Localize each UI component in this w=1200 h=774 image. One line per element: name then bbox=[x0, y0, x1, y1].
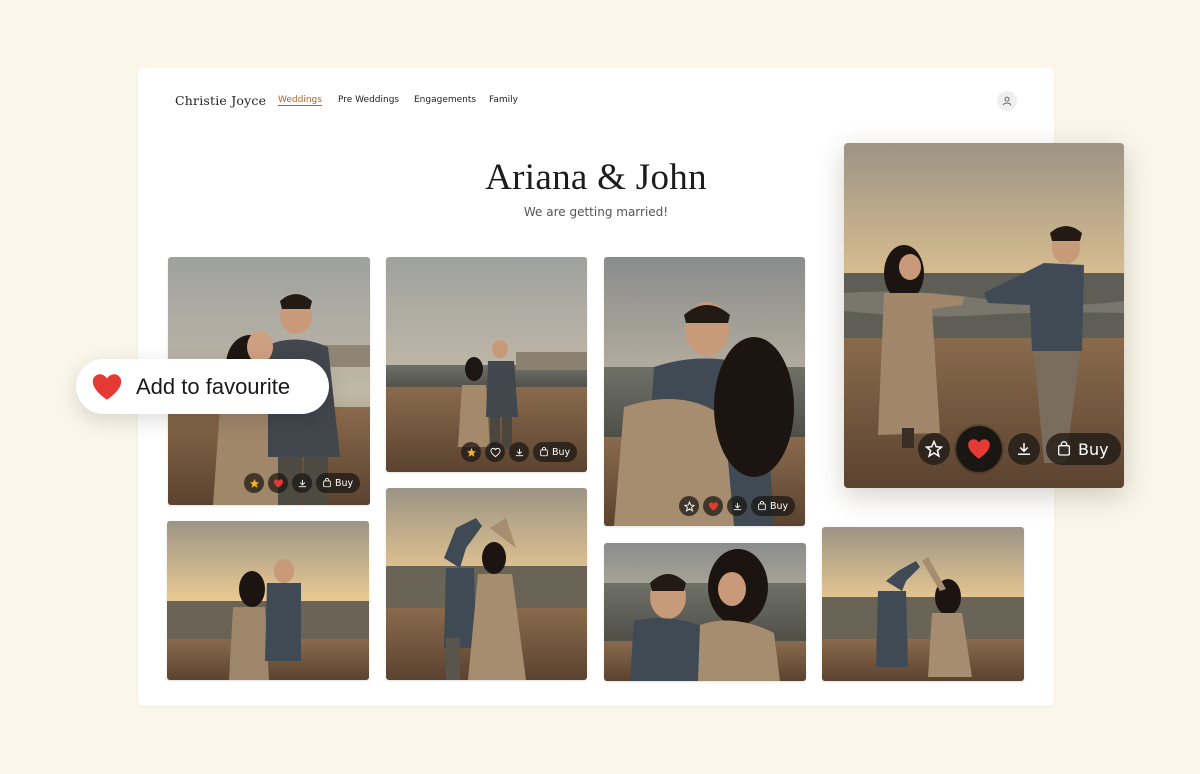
nav-family[interactable]: Family bbox=[489, 95, 518, 105]
photo-actions: Buy bbox=[679, 496, 796, 516]
photo-image bbox=[604, 543, 806, 681]
nav-engagements[interactable]: Engagements bbox=[414, 95, 476, 105]
buy-label: Buy bbox=[335, 477, 354, 489]
photo-image bbox=[386, 488, 587, 680]
download-button[interactable] bbox=[292, 473, 312, 493]
star-icon bbox=[249, 478, 259, 488]
gallery-photo[interactable]: Buy bbox=[386, 257, 587, 472]
gallery-photo[interactable] bbox=[822, 527, 1024, 681]
download-icon bbox=[298, 479, 306, 487]
download-icon bbox=[515, 448, 523, 456]
gallery-photo[interactable]: Buy bbox=[604, 257, 805, 526]
gallery-photo[interactable] bbox=[167, 521, 369, 680]
photo-image bbox=[167, 521, 369, 680]
brand-logo[interactable]: Christie Joyce bbox=[175, 93, 266, 108]
favourite-button[interactable] bbox=[703, 496, 723, 516]
nav-pre-weddings[interactable]: Pre Weddings bbox=[338, 95, 399, 105]
photo-image bbox=[604, 257, 805, 526]
gallery-photo[interactable] bbox=[604, 543, 806, 681]
star-outline-icon bbox=[683, 500, 695, 512]
photo-image bbox=[822, 527, 1024, 681]
photo-preview[interactable]: Buy bbox=[844, 143, 1124, 488]
shopping-bag-icon bbox=[540, 447, 548, 457]
buy-label: Buy bbox=[1078, 439, 1109, 459]
star-button[interactable] bbox=[244, 473, 264, 493]
download-button[interactable] bbox=[727, 496, 747, 516]
buy-button[interactable]: Buy bbox=[533, 442, 578, 462]
download-icon bbox=[733, 502, 741, 510]
star-button[interactable] bbox=[679, 496, 699, 516]
star-button[interactable] bbox=[461, 442, 481, 462]
buy-button[interactable]: Buy bbox=[1046, 433, 1121, 465]
heart-icon bbox=[273, 478, 283, 488]
buy-label: Buy bbox=[552, 446, 571, 458]
favourite-button[interactable] bbox=[956, 426, 1002, 472]
favourite-button[interactable] bbox=[485, 442, 505, 462]
nav-weddings[interactable]: Weddings bbox=[278, 95, 322, 105]
photo-actions: Buy bbox=[244, 473, 361, 493]
buy-label: Buy bbox=[770, 500, 789, 512]
heart-icon bbox=[92, 373, 122, 400]
toast-label: Add to favourite bbox=[136, 373, 291, 399]
gallery-photo[interactable] bbox=[386, 488, 587, 680]
profile-button[interactable] bbox=[997, 91, 1017, 111]
download-icon bbox=[1018, 443, 1030, 455]
shopping-bag-icon bbox=[323, 478, 331, 488]
photo-image bbox=[386, 257, 587, 472]
download-button[interactable] bbox=[509, 442, 529, 462]
shopping-bag-icon bbox=[1058, 441, 1070, 456]
star-button[interactable] bbox=[918, 433, 950, 465]
preview-actions: Buy bbox=[918, 426, 1121, 472]
star-outline-icon bbox=[925, 440, 943, 458]
buy-button[interactable]: Buy bbox=[316, 473, 361, 493]
user-icon bbox=[1002, 96, 1012, 106]
favourite-button[interactable] bbox=[268, 473, 288, 493]
add-to-favourite-toast[interactable]: Add to favourite bbox=[76, 359, 329, 414]
star-icon bbox=[466, 447, 476, 457]
heart-icon bbox=[968, 439, 990, 459]
heart-icon bbox=[708, 501, 718, 511]
photo-actions: Buy bbox=[461, 442, 578, 462]
download-button[interactable] bbox=[1008, 433, 1040, 465]
shopping-bag-icon bbox=[758, 501, 766, 511]
heart-outline-icon bbox=[489, 447, 501, 457]
buy-button[interactable]: Buy bbox=[751, 496, 796, 516]
